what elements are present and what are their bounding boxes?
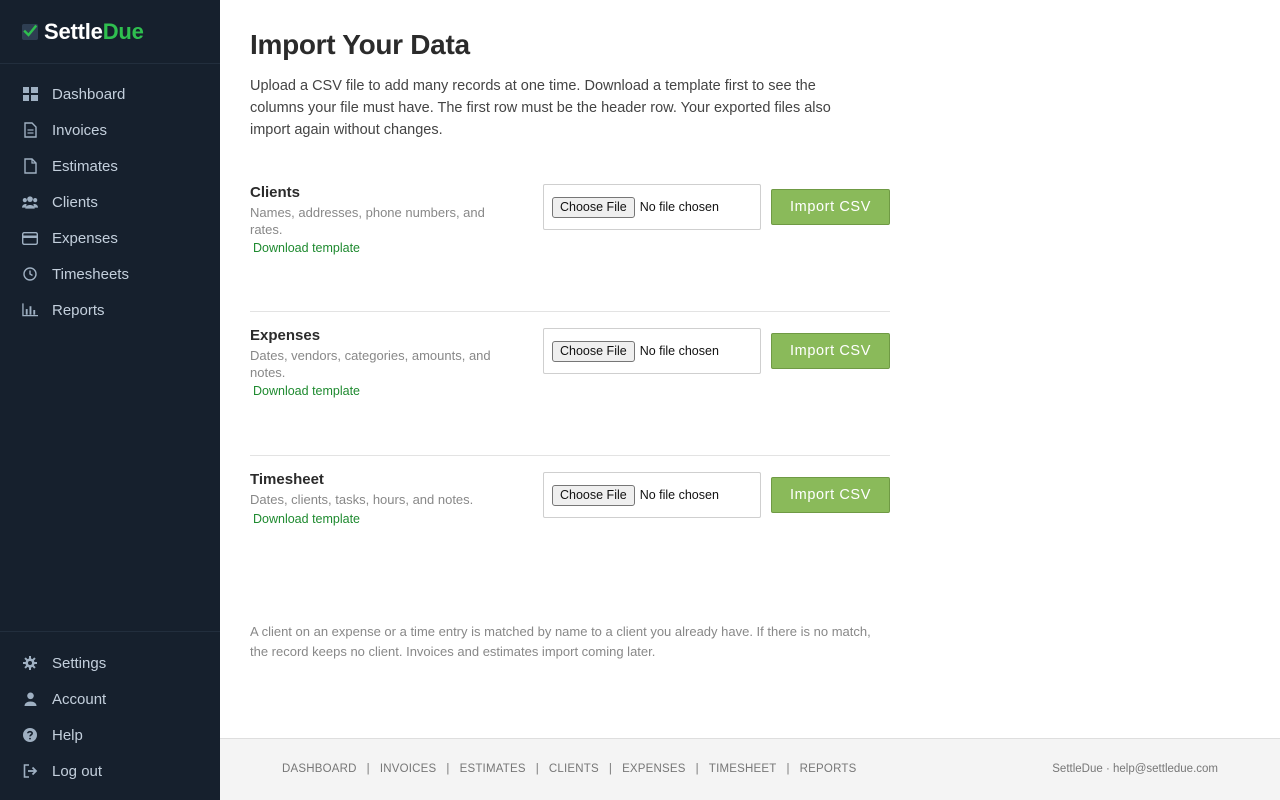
sidebar-item-expenses[interactable]: Expenses [0,220,220,256]
footer-link-estimates[interactable]: ESTIMATES [460,763,526,775]
logout-icon [22,763,38,779]
sidebar-item-label: Clients [52,193,98,211]
import-csv-button[interactable]: Import CSV [771,189,890,225]
sidebar-item-clients[interactable]: Clients [0,184,220,220]
sidebar-item-help[interactable]: Help [0,717,220,753]
import-section-timesheet: Timesheet Dates, clients, tasks, hours, … [250,455,890,599]
footer: DASHBOARD | INVOICES | ESTIMATES | CLIEN… [220,738,1280,800]
footer-contact: SettleDue · help@settledue.com [1052,763,1218,775]
gear-icon [22,655,38,671]
import-csv-button[interactable]: Import CSV [771,477,890,513]
footer-link-expenses[interactable]: EXPENSES [622,763,686,775]
intro-text: Upload a CSV file to add many records at… [250,78,831,138]
sidebar-item-label: Account [52,690,107,708]
sidebar-item-label: Invoices [52,121,108,139]
sidebar-bottom-nav: Settings Account Help Log out [0,631,220,789]
footer-separator: | [366,763,370,775]
brand-logo[interactable]: SettleDue [0,0,220,64]
sidebar-item-label: Timesheets [52,265,129,283]
file-status: No file chosen [639,344,719,358]
footer-link-invoices[interactable]: INVOICES [380,763,437,775]
file-input: Choose File No file chosen [543,328,761,374]
import-footnote: A client on an expense or a time entry i… [250,624,871,659]
brand-name: SettleDue [44,19,144,45]
checkmark-logo-icon [22,23,38,40]
clock-icon [22,266,38,282]
section-description: Dates, clients, tasks, hours, and notes. [250,492,474,507]
footer-separator: | [608,763,613,775]
footer-link-clients[interactable]: CLIENTS [549,763,599,775]
section-title: Timesheet [250,471,324,488]
footer-separator: | [695,763,699,775]
sidebar-item-label: Help [52,726,83,744]
choose-file-button[interactable]: Choose File [552,196,635,218]
sidebar-item-label: Reports [52,301,105,319]
sidebar-item-invoices[interactable]: Invoices [0,112,220,148]
sidebar-item-estimates[interactable]: Estimates [0,148,220,184]
download-template-link[interactable]: Download template [253,384,360,398]
sidebar: SettleDue Dashboard Invoices Estimates C… [0,0,220,800]
footer-link-timesheet[interactable]: TIMESHEET [709,763,777,775]
sidebar-item-logout[interactable]: Log out [0,753,220,789]
footer-link-dashboard[interactable]: DASHBOARD [282,763,357,775]
credit-card-icon [22,230,38,246]
sidebar-item-timesheets[interactable]: Timesheets [0,256,220,292]
download-template-link[interactable]: Download template [253,512,360,526]
sidebar-item-dashboard[interactable]: Dashboard [0,76,220,112]
brand-name-part1: Settle [44,18,103,44]
grid-icon [22,86,38,102]
footer-separator: | [446,763,450,775]
footer-nav: DASHBOARD | INVOICES | ESTIMATES | CLIEN… [282,763,856,775]
choose-file-button[interactable]: Choose File [552,484,635,506]
import-section-clients: Clients Names, addresses, phone numbers,… [250,168,890,312]
import-section-expenses: Expenses Dates, vendors, categories, amo… [250,311,890,455]
download-template-link[interactable]: Download template [253,241,360,255]
main-content: Import Your Data Upload a CSV file to ad… [220,0,1280,738]
users-icon [22,194,38,210]
file-icon [22,158,38,174]
footer-link-reports[interactable]: REPORTS [800,763,857,775]
sidebar-item-settings[interactable]: Settings [0,645,220,681]
sidebar-item-reports[interactable]: Reports [0,292,220,328]
section-description: Dates, vendors, categories, amounts, and… [250,348,491,380]
document-icon [22,122,38,138]
user-icon [22,691,38,707]
sidebar-item-label: Dashboard [52,85,126,103]
section-title: Expenses [250,327,321,344]
section-description: Names, addresses, phone numbers, and rat… [250,205,485,237]
sidebar-nav: Dashboard Invoices Estimates Clients Exp… [0,64,220,328]
import-csv-button[interactable]: Import CSV [771,333,890,369]
question-icon [22,727,38,743]
brand-name-part2: Due [102,18,144,44]
file-status: No file chosen [639,488,719,502]
file-input: Choose File No file chosen [543,472,761,518]
footer-separator: | [535,763,539,775]
file-status: No file chosen [639,200,719,214]
bar-chart-icon [22,302,38,318]
page-title: Import Your Data [250,29,470,60]
choose-file-button[interactable]: Choose File [552,340,635,362]
sidebar-item-label: Expenses [52,229,118,247]
sidebar-item-account[interactable]: Account [0,681,220,717]
sidebar-item-label: Log out [52,762,103,780]
section-title: Clients [250,184,301,201]
file-input: Choose File No file chosen [543,184,761,230]
sidebar-item-label: Settings [52,654,107,672]
footer-separator: | [786,763,790,775]
sidebar-item-label: Estimates [52,157,118,175]
